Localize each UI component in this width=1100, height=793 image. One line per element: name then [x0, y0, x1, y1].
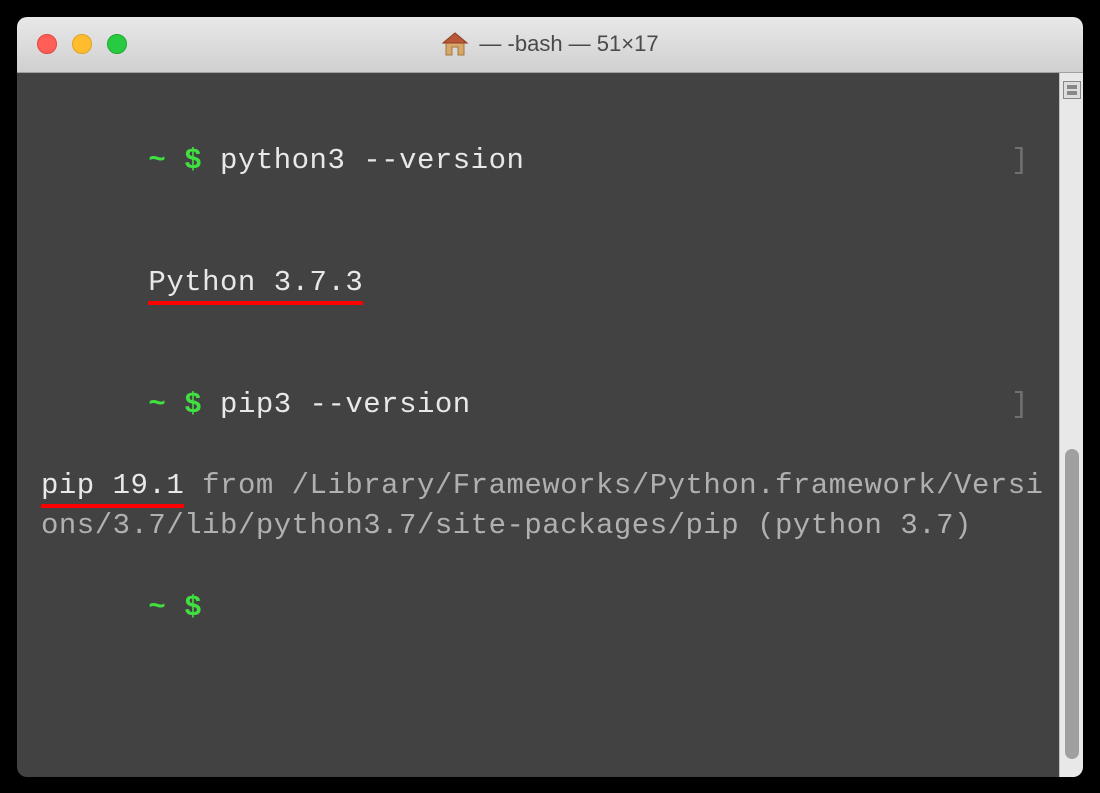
command-text: python3 --version: [220, 144, 524, 177]
scrollbar-track[interactable]: [1059, 73, 1083, 777]
prompt-dollar: $: [184, 144, 202, 177]
pip-version-output: pip 19.1: [41, 466, 184, 507]
titlebar[interactable]: — -bash — 51×17: [17, 17, 1083, 73]
prompt-tilde: ~: [148, 591, 166, 624]
pip-path-output: from /Library/Frameworks/Python.framewor…: [41, 469, 1044, 543]
prompt-tilde: ~: [148, 144, 166, 177]
terminal-line-output-2: pip 19.1 from /Library/Frameworks/Python…: [41, 466, 1059, 547]
maximize-button[interactable]: [107, 34, 127, 54]
terminal-line-cmd-2: ~ $ pip3 --version]: [41, 344, 1059, 466]
prompt-tilde: ~: [148, 388, 166, 421]
scrollbar-menu-icon[interactable]: [1063, 81, 1081, 99]
prompt-dollar: $: [184, 388, 202, 421]
close-button[interactable]: [37, 34, 57, 54]
bracket-marker: ]: [1011, 385, 1029, 426]
terminal-line-cmd-1: ~ $ python3 --version]: [41, 101, 1059, 223]
home-icon: [441, 31, 469, 57]
command-text: pip3 --version: [220, 388, 471, 421]
bracket-marker: ]: [1011, 141, 1029, 182]
prompt-dollar: $: [184, 591, 202, 624]
title-content: — -bash — 51×17: [441, 31, 658, 57]
terminal-body[interactable]: ~ $ python3 --version] Python 3.7.3 ~ $ …: [17, 73, 1083, 777]
terminal-window: — -bash — 51×17 ~ $ python3 --version] P…: [17, 17, 1083, 777]
scrollbar-thumb[interactable]: [1065, 449, 1079, 759]
terminal-line-output-1: Python 3.7.3: [41, 222, 1059, 344]
minimize-button[interactable]: [72, 34, 92, 54]
python-version-output: Python 3.7.3: [148, 263, 363, 304]
window-title: — -bash — 51×17: [479, 31, 658, 57]
traffic-lights: [37, 34, 127, 54]
terminal-line-prompt[interactable]: ~ $: [41, 547, 1059, 669]
